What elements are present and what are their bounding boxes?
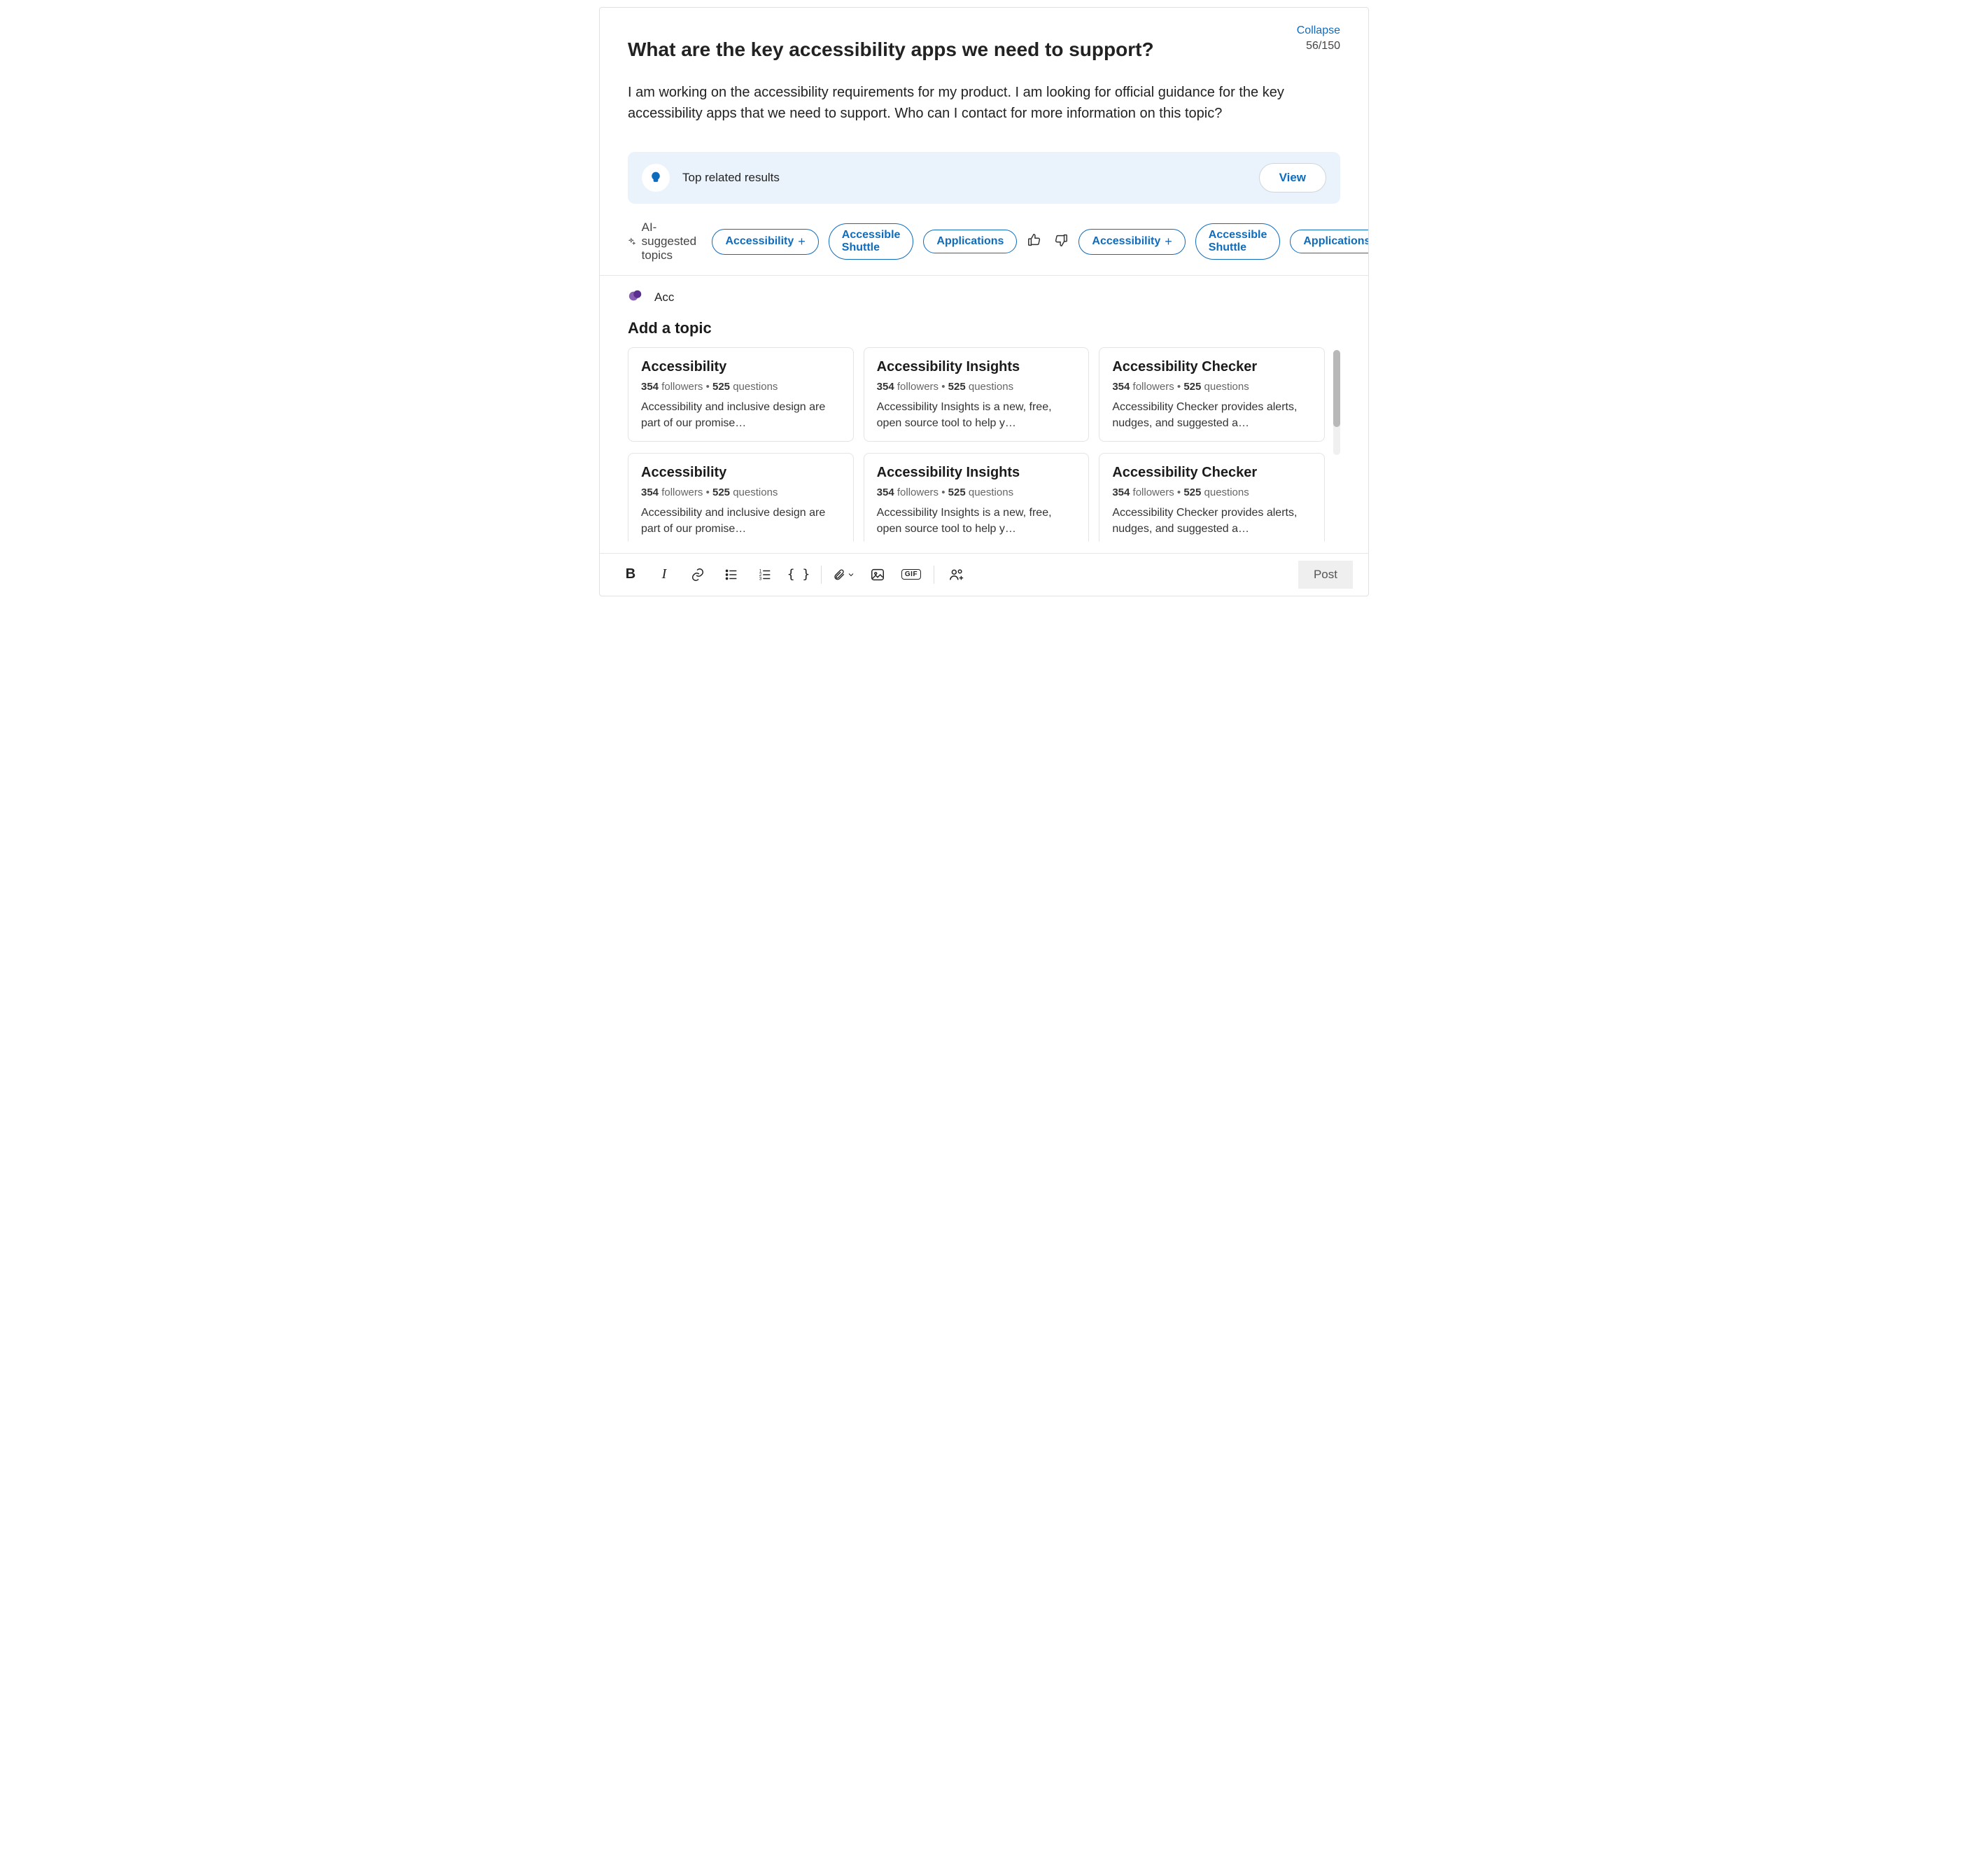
topic-card[interactable]: Accessibility Insights 354 followers • 52… <box>864 453 1090 542</box>
chip-label: Accessibility <box>725 235 794 248</box>
question-title[interactable]: What are the key accessibility apps we n… <box>628 37 1197 62</box>
topic-meta: 354 followers • 525 questions <box>1112 381 1312 393</box>
composer-content: Collapse 56/150 What are the key accessi… <box>600 8 1368 542</box>
composer-dialog: Collapse 56/150 What are the key accessi… <box>599 7 1369 596</box>
topic-card[interactable]: Accessibility Checker 354 followers • 525… <box>1099 347 1325 442</box>
numbered-list-button[interactable]: 123 <box>750 567 780 582</box>
chevron-down-icon <box>847 570 855 579</box>
related-results-label: Top related results <box>682 171 1259 185</box>
sparkle-icon <box>628 234 636 248</box>
ai-topic-chip[interactable]: Applications <box>923 230 1017 253</box>
link-button[interactable] <box>682 567 713 582</box>
topic-area: Accessibility 354 followers • 525 questio… <box>628 347 1340 542</box>
chip-label: Applications <box>936 235 1004 248</box>
ai-topic-chip[interactable]: Accessibility + <box>712 229 818 255</box>
formatting-toolbar: B I 123 { } GIF Post <box>600 553 1368 596</box>
chip-label: Applications <box>1303 235 1369 248</box>
ai-topic-chip[interactable]: Accessible Shuttle <box>1195 223 1281 260</box>
gif-label: GIF <box>901 569 921 580</box>
chip-label: Accessibility <box>1092 235 1160 248</box>
feedback-controls <box>1027 232 1069 251</box>
bullet-list-button[interactable] <box>716 567 747 582</box>
view-related-button[interactable]: View <box>1259 163 1326 192</box>
collapse-link[interactable]: Collapse <box>1297 24 1340 37</box>
topic-input-row <box>628 288 1340 307</box>
topic-description: Accessibility Checker provides alerts, n… <box>1112 505 1312 537</box>
ai-suggested-label: AI-suggested topics <box>628 220 702 262</box>
add-people-button[interactable] <box>941 567 972 582</box>
topic-meta: 354 followers • 525 questions <box>877 486 1076 498</box>
thumbs-down-icon[interactable] <box>1053 232 1069 251</box>
ai-suggestions-row: AI-suggested topics Accessibility +Acces… <box>628 220 1340 262</box>
topic-card[interactable]: Accessibility 354 followers • 525 questio… <box>628 347 854 442</box>
post-button[interactable]: Post <box>1298 561 1353 589</box>
topic-scrollbar[interactable] <box>1333 350 1340 455</box>
topic-card[interactable]: Accessibility Insights 354 followers • 52… <box>864 347 1090 442</box>
header-actions: Collapse <box>628 24 1340 37</box>
thumbs-up-icon[interactable] <box>1027 232 1042 251</box>
lightbulb-icon <box>642 164 670 192</box>
topic-name: Accessibility Checker <box>1112 465 1312 481</box>
topic-description: Accessibility Checker provides alerts, n… <box>1112 400 1312 431</box>
attach-file-button[interactable] <box>829 568 859 581</box>
toolbar-separator <box>821 566 822 584</box>
viva-topics-icon <box>628 288 643 307</box>
topic-name: Accessibility Checker <box>1112 359 1312 375</box>
topic-meta: 354 followers • 525 questions <box>641 486 841 498</box>
topic-suggestion-grid: Accessibility 354 followers • 525 questio… <box>628 347 1325 542</box>
ai-suggested-text: AI-suggested topics <box>642 220 703 262</box>
insert-image-button[interactable] <box>862 567 893 582</box>
ai-topic-chip[interactable]: Accessibility + <box>1078 229 1185 255</box>
topic-description: Accessibility Insights is a new, free, o… <box>877 505 1076 537</box>
topic-meta: 354 followers • 525 questions <box>1112 486 1312 498</box>
insert-gif-button[interactable]: GIF <box>896 569 927 580</box>
bold-button[interactable]: B <box>615 566 646 582</box>
question-body[interactable]: I am working on the accessibility requir… <box>628 82 1340 124</box>
topic-meta: 354 followers • 525 questions <box>877 381 1076 393</box>
plus-icon: + <box>798 234 806 249</box>
topic-name: Accessibility <box>641 465 841 481</box>
chip-label: Accessible Shuttle <box>842 229 901 254</box>
code-block-button[interactable]: { } <box>783 567 814 582</box>
italic-button[interactable]: I <box>649 566 680 582</box>
scrollbar-thumb[interactable] <box>1333 350 1340 427</box>
topic-name: Accessibility Insights <box>877 465 1076 481</box>
related-results-bar: Top related results View <box>628 152 1340 204</box>
svg-text:3: 3 <box>759 576 762 581</box>
topic-card[interactable]: Accessibility 354 followers • 525 questio… <box>628 453 854 542</box>
add-topic-heading: Add a topic <box>628 319 1340 337</box>
section-divider <box>600 275 1368 276</box>
ai-topic-chip[interactable]: Applications <box>1290 230 1369 253</box>
chip-label: Accessible Shuttle <box>1209 229 1267 254</box>
topic-name: Accessibility Insights <box>877 359 1076 375</box>
topic-description: Accessibility Insights is a new, free, o… <box>877 400 1076 431</box>
plus-icon: + <box>1165 234 1172 249</box>
topic-description: Accessibility and inclusive design are p… <box>641 400 841 431</box>
topic-name: Accessibility <box>641 359 841 375</box>
topic-meta: 354 followers • 525 questions <box>641 381 841 393</box>
char-counter: 56/150 <box>1306 40 1340 52</box>
topic-description: Accessibility and inclusive design are p… <box>641 505 841 537</box>
topic-card[interactable]: Accessibility Checker 354 followers • 525… <box>1099 453 1325 542</box>
topic-search-input[interactable] <box>654 290 809 304</box>
ai-topic-chip[interactable]: Accessible Shuttle <box>829 223 914 260</box>
